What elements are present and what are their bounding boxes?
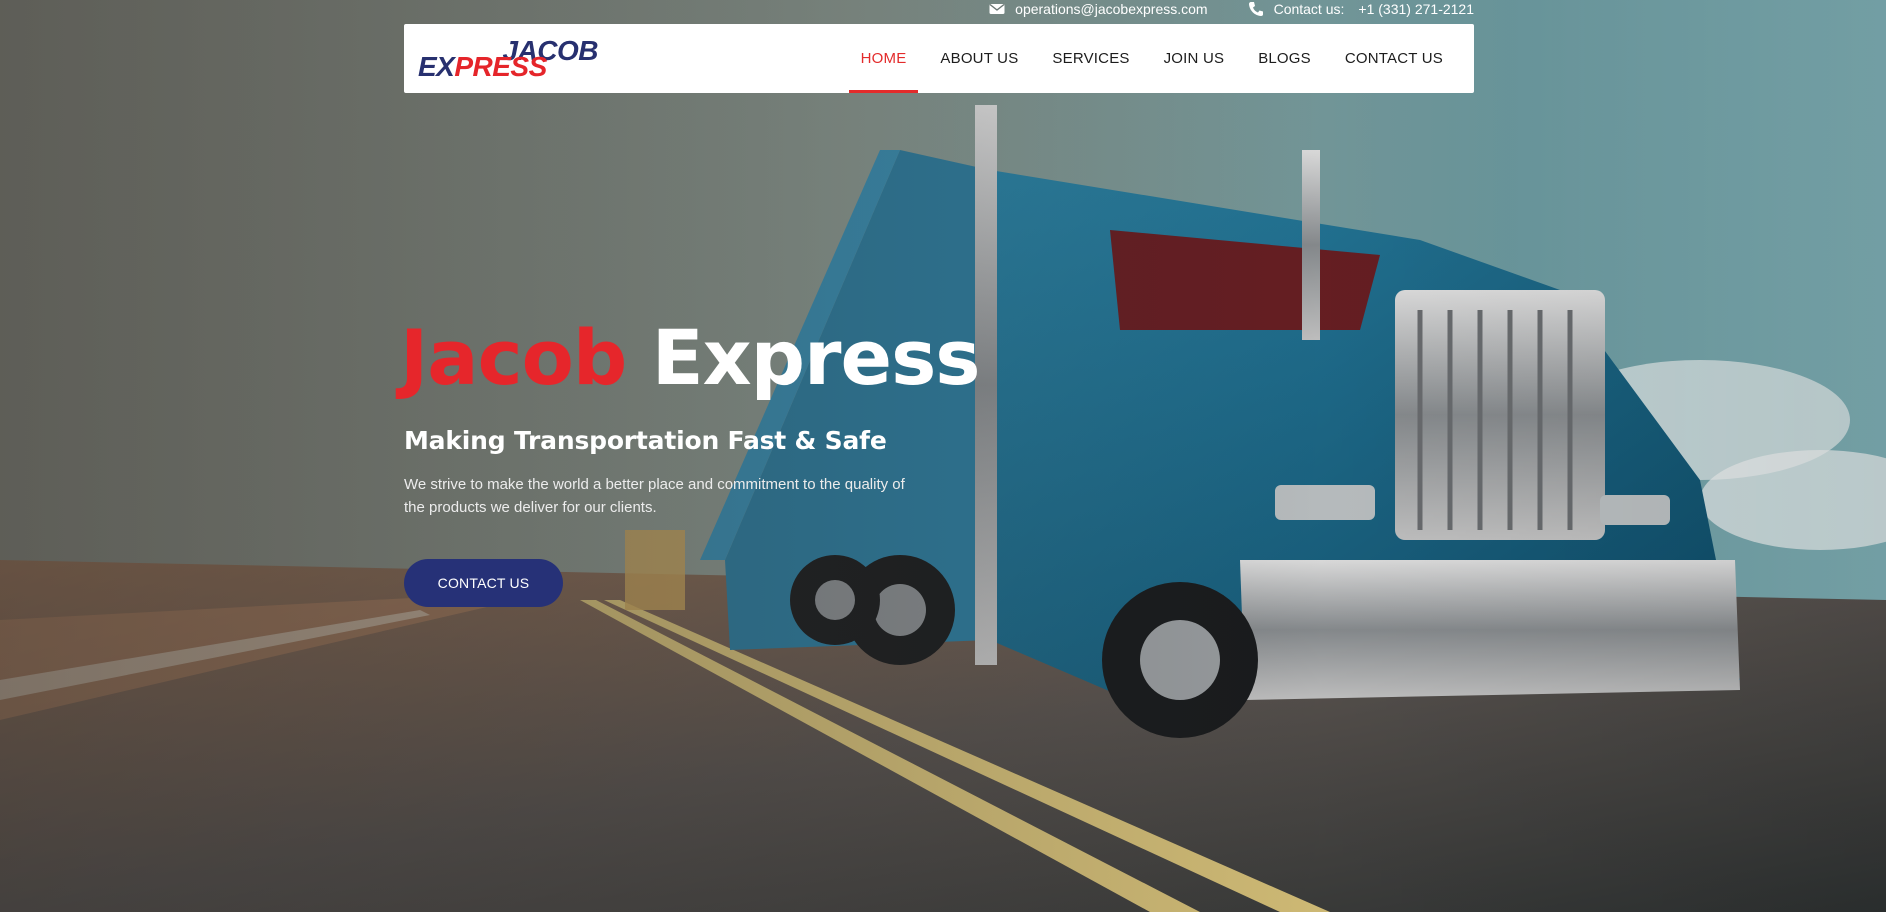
email-contact[interactable]: operations@jacobexpress.com [989, 1, 1208, 17]
main-nav: HOME ABOUT US SERVICES JOIN US BLOGS CON… [844, 24, 1460, 93]
nav-item-blogs[interactable]: BLOGS [1246, 24, 1323, 93]
nav-item-join-us[interactable]: JOIN US [1152, 24, 1237, 93]
nav-item-home[interactable]: HOME [848, 24, 919, 93]
phone-icon [1248, 1, 1264, 17]
nav-item-about-us[interactable]: ABOUT US [928, 24, 1030, 93]
top-contact-bar: operations@jacobexpress.com Contact us: … [989, 0, 1474, 18]
hero-content: Jacob Express Making Transportation Fast… [400, 320, 981, 607]
nav-item-services[interactable]: SERVICES [1040, 24, 1141, 93]
site-header: JACOB EXPRESS HOME ABOUT US SERVICES JOI… [404, 24, 1474, 93]
hero-section [0, 0, 1886, 912]
hero-title-jacob: Jacob [400, 313, 627, 402]
nav-item-contact-us[interactable]: CONTACT US [1333, 24, 1455, 93]
envelope-icon [989, 1, 1005, 17]
phone-contact[interactable]: Contact us: +1 (331) 271-2121 [1248, 1, 1474, 17]
hero-title: Jacob Express [400, 320, 981, 396]
hero-title-express: Express [651, 313, 981, 402]
logo-line-express: EXPRESS [418, 50, 547, 82]
site-logo[interactable]: JACOB EXPRESS [418, 33, 602, 85]
phone-label: Contact us: [1273, 1, 1345, 17]
phone-number[interactable]: +1 (331) 271-2121 [1358, 1, 1474, 17]
contact-us-button[interactable]: CONTACT US [404, 559, 563, 607]
hero-description: We strive to make the world a better pla… [404, 476, 905, 516]
hero-overlay [0, 0, 1886, 912]
hero-subtitle: Making Transportation Fast & Safe [404, 426, 887, 455]
email-address[interactable]: operations@jacobexpress.com [1015, 1, 1207, 17]
